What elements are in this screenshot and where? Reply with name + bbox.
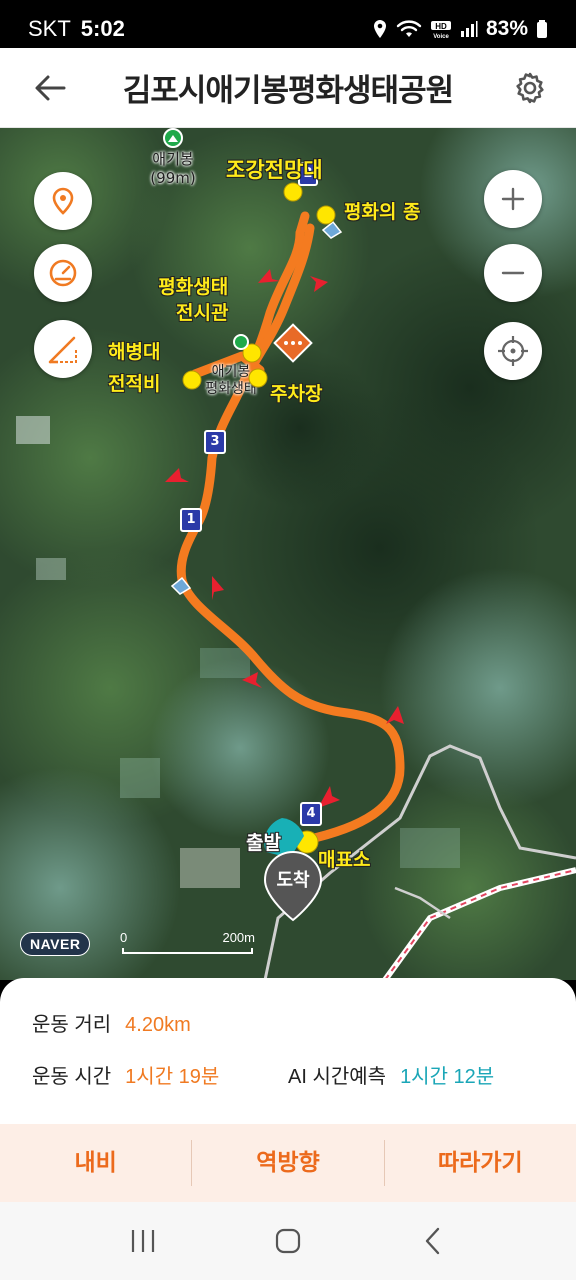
distance-value: 4.20km: [125, 1014, 191, 1036]
carrier-label: SKT: [28, 16, 71, 41]
label-exhibition: 평화생태 전시관: [158, 274, 228, 326]
scale-zero: 0: [120, 930, 128, 945]
label-exhibition-line2: 전시관: [176, 302, 229, 324]
ai-estimate-stat: AI 시간예측 1시간 12분: [288, 1060, 494, 1089]
wifi-icon: [396, 19, 422, 39]
poi-dot-memorial: [182, 370, 202, 390]
poi-dot-bell: [316, 205, 336, 225]
action-bar: 내비 역방향 따라가기: [0, 1124, 576, 1202]
map-scale: 0 200m: [120, 930, 255, 956]
recent-apps-button[interactable]: [113, 1221, 173, 1261]
naver-logo: NAVER: [20, 932, 91, 956]
label-exhibition-line1: 평화생태: [158, 276, 229, 298]
battery-icon: [536, 19, 548, 39]
signal-icon: [460, 20, 478, 38]
system-back-button[interactable]: [403, 1221, 463, 1261]
chevron-left-icon: [426, 1227, 440, 1255]
scale-bar: [122, 948, 253, 954]
settings-button[interactable]: [510, 68, 550, 108]
arrive-pin[interactable]: 도착: [262, 850, 324, 922]
time-value: 1시간 19분: [125, 1066, 220, 1088]
location-icon: [372, 19, 388, 39]
clock: 5:02: [80, 16, 125, 41]
ai-estimate-label: AI 시간예측: [288, 1066, 387, 1088]
time-stat: 운동 시간 1시간 19분: [32, 1060, 219, 1089]
label-observatory: 조강전망대: [226, 157, 323, 182]
label-parking: 주차장: [270, 383, 323, 405]
poi-dot-parking: [248, 368, 268, 388]
distance-label: 운동 거리: [32, 1014, 112, 1036]
more-poi-marker: [273, 323, 313, 363]
app-header: 김포시애기봉평화생태공원: [0, 48, 576, 128]
ai-estimate-value: 1시간 12분: [400, 1066, 495, 1088]
label-memorial-line2: 전적비: [108, 373, 161, 395]
arrive-label: 도착: [276, 870, 310, 890]
route-info-sheet: 운동 거리 4.20km 운동 시간 1시간 19분 AI 시간예측 1시간 12분 …: [0, 978, 576, 1202]
map-view[interactable]: 애기봉 (99m) 애기봉 평화생태 2 3 1 4 조강전망대 평화의 종 평…: [0, 128, 576, 980]
route-marker-3[interactable]: 3: [204, 430, 226, 454]
label-memorial: 해병대 전적비: [108, 336, 160, 400]
label-ticket: 매표소: [318, 849, 371, 871]
page-title: 김포시애기봉평화생태공원: [122, 73, 454, 109]
home-button[interactable]: [258, 1221, 318, 1261]
system-nav-bar: [0, 1202, 576, 1280]
hd-voice-icon: HD Voice: [430, 19, 452, 39]
gear-icon: [516, 72, 544, 104]
svg-text:HD: HD: [435, 22, 447, 31]
time-label: 운동 시간: [32, 1066, 112, 1088]
svg-text:Voice: Voice: [433, 34, 449, 39]
scale-distance: 200m: [222, 930, 255, 945]
distance-stat: 운동 거리 4.20km: [32, 1008, 191, 1037]
home-icon: [275, 1228, 301, 1254]
follow-button[interactable]: 따라가기: [385, 1140, 576, 1186]
label-memorial-line1: 해병대: [108, 341, 161, 363]
navi-button[interactable]: 내비: [0, 1140, 191, 1186]
back-button[interactable]: [28, 68, 72, 108]
reverse-button[interactable]: 역방향: [192, 1140, 383, 1186]
recents-icon: [131, 1230, 154, 1252]
route-marker-1[interactable]: 1: [180, 508, 202, 532]
route-marker-4[interactable]: 4: [300, 802, 322, 826]
battery-percent: 83%: [485, 17, 528, 40]
arrow-left-icon: [35, 75, 66, 101]
label-bell: 평화의 종: [344, 201, 421, 223]
